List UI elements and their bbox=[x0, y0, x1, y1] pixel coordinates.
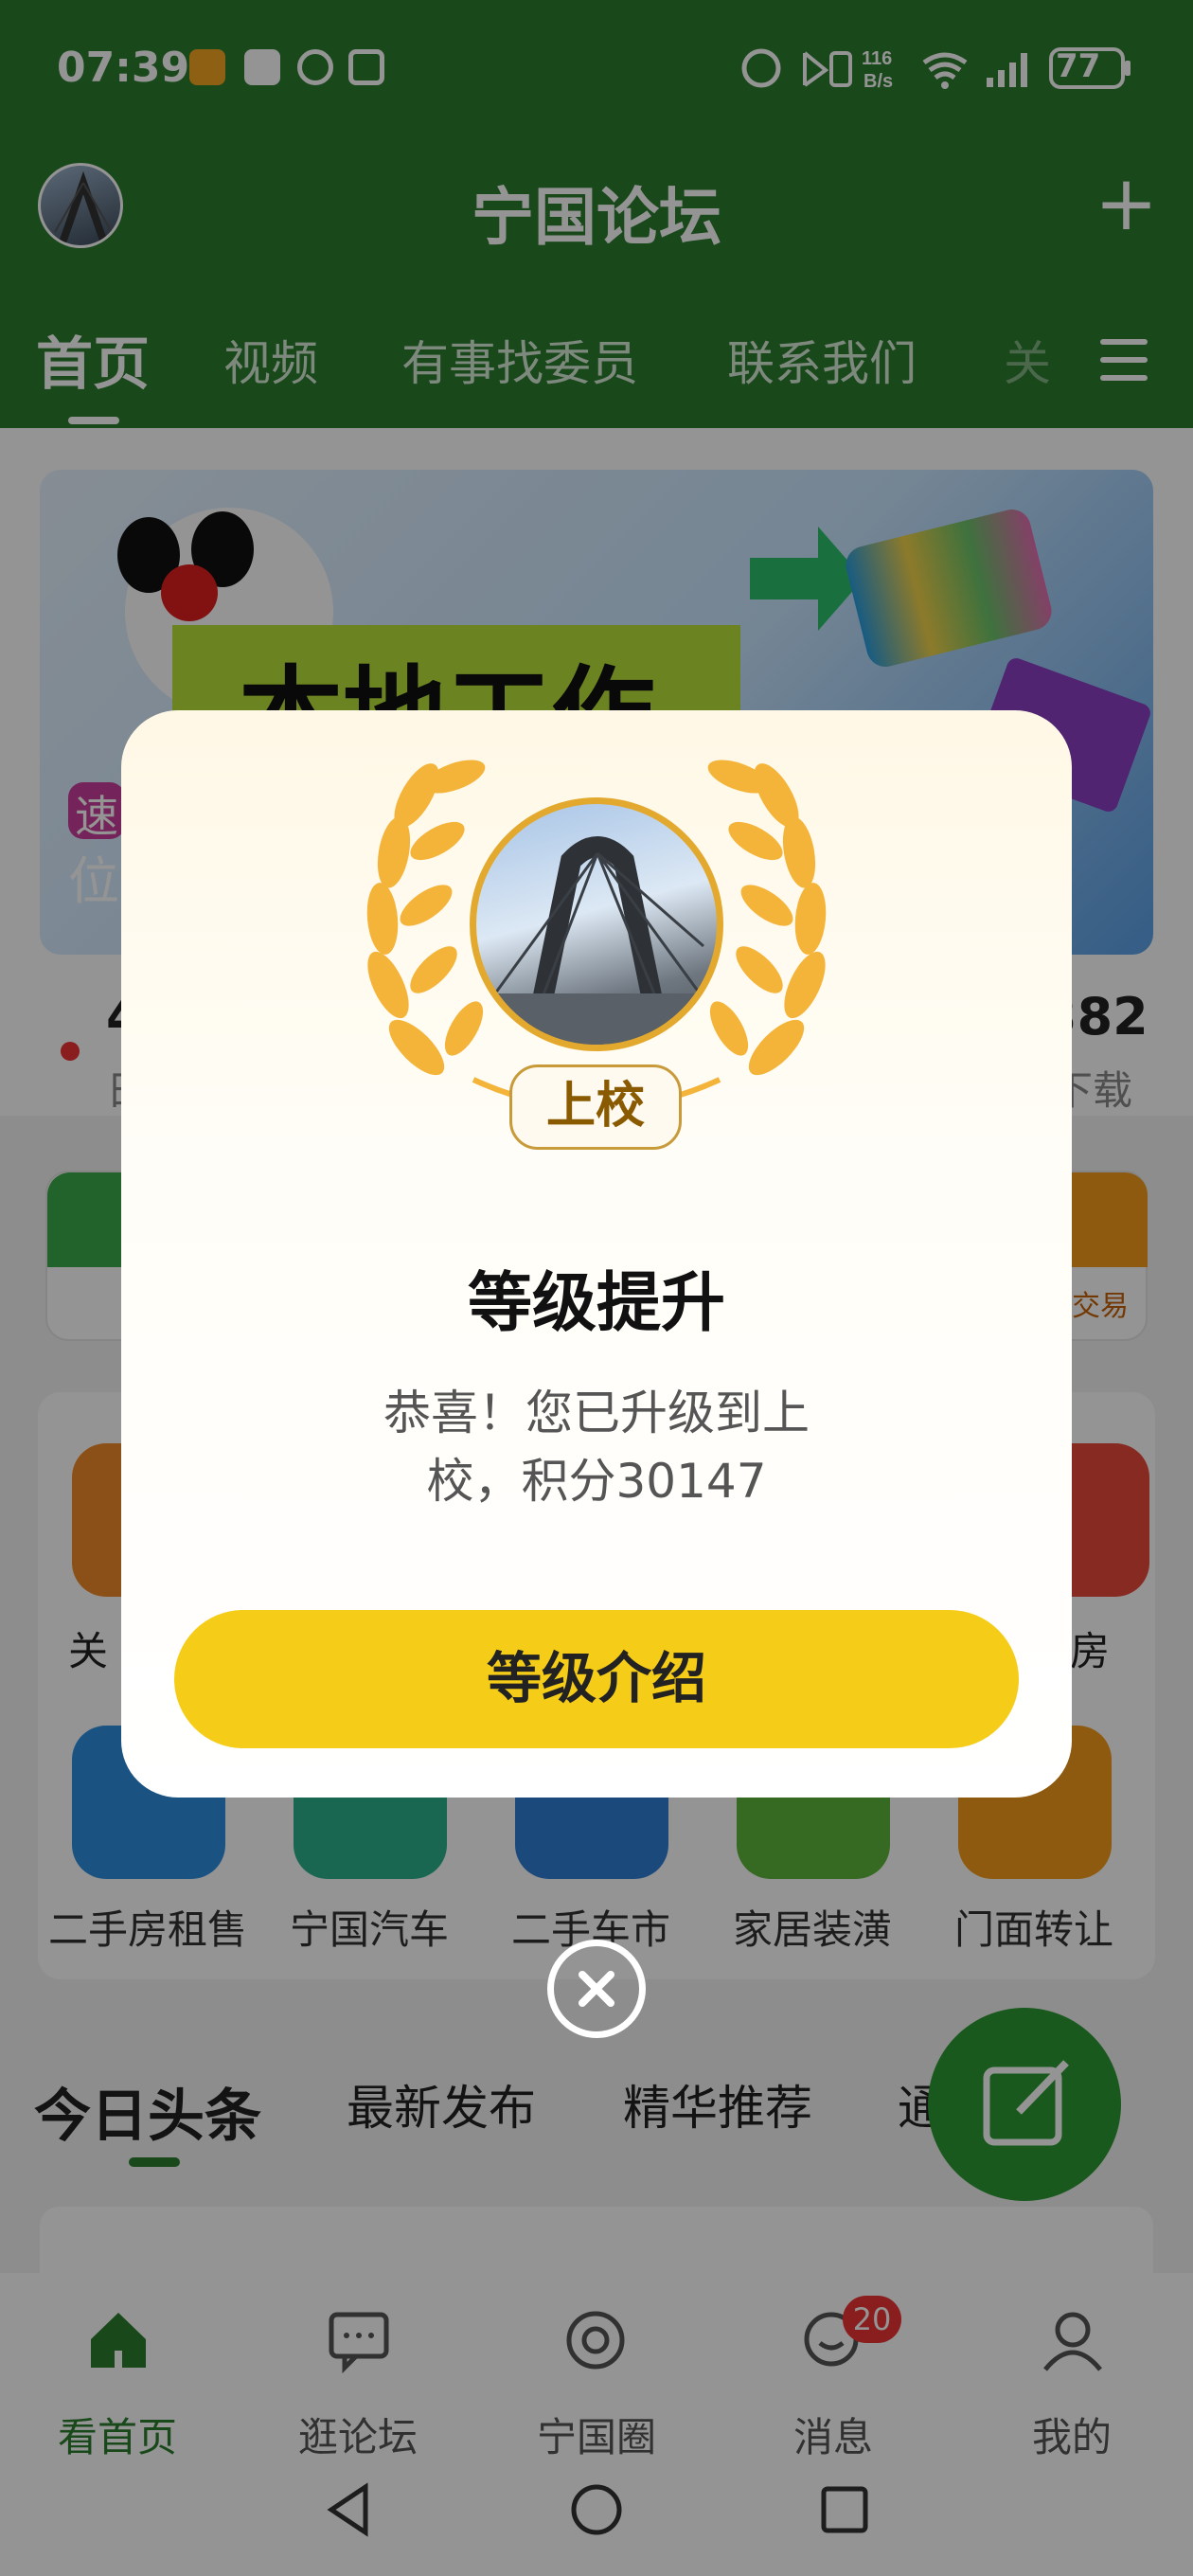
profile-avatar bbox=[470, 797, 723, 1051]
dialog-message: 恭喜！您已升级到上 校，积分30147 bbox=[322, 1379, 871, 1515]
dialog-title: 等级提升 bbox=[467, 1266, 725, 1341]
level-intro-button[interactable]: 等级介绍 bbox=[174, 1610, 1019, 1748]
close-dialog-button[interactable] bbox=[547, 1940, 646, 2038]
rank-badge: 上校 bbox=[509, 1064, 682, 1150]
close-icon bbox=[579, 1971, 614, 2007]
dialog-message-line: 校，积分30147 bbox=[426, 1454, 767, 1509]
dialog-message-line: 恭喜！您已升级到上 bbox=[383, 1386, 810, 1440]
